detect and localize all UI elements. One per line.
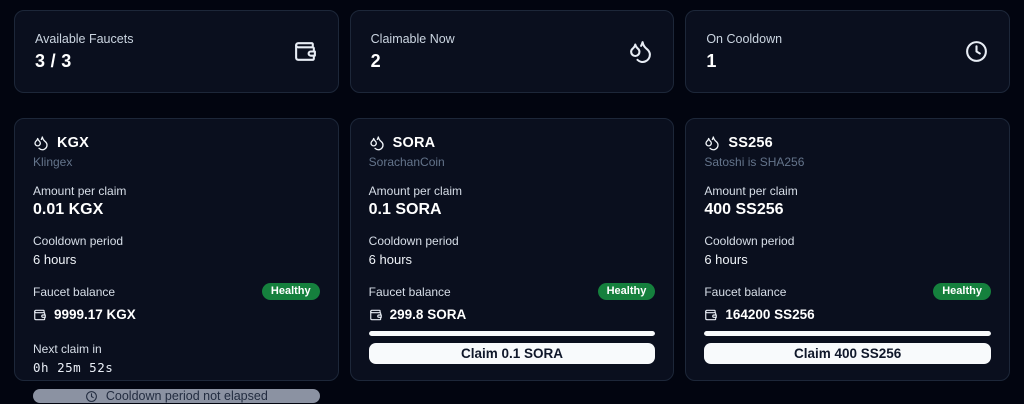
faucet-name: Satoshi is SHA256 [704,155,991,169]
status-badge: Healthy [598,283,656,300]
faucet-symbol: KGX [57,135,89,151]
clock-icon [964,39,989,64]
stat-value: 1 [706,51,782,72]
claim-button[interactable]: Claim 0.1 SORA [369,343,656,364]
amount-label: Amount per claim [704,184,991,198]
wallet-icon [33,308,47,322]
balance-progress-bar [369,331,656,336]
stat-card-claimable-now: Claimable Now 2 [350,10,675,93]
balance-progress-fill [704,331,991,336]
stat-text: Claimable Now 2 [371,32,455,72]
stat-card-on-cooldown: On Cooldown 1 [685,10,1010,93]
faucet-symbol: SS256 [728,135,773,151]
amount-value: 0.1 SORA [369,201,656,219]
amount-value: 0.01 KGX [33,201,320,219]
amount-section: Amount per claim 400 SS256 [704,184,991,219]
balance-value: 299.8 SORA [390,307,467,322]
droplets-icon [33,135,49,151]
faucet-header: SORA [369,135,656,151]
faucet-card-sora: SORA SorachanCoin Amount per claim 0.1 S… [350,118,675,381]
wallet-icon [704,308,718,322]
cooldown-value: 6 hours [369,252,656,267]
stat-label: Claimable Now [371,32,455,46]
status-badge: Healthy [933,283,991,300]
stat-text: Available Faucets 3 / 3 [35,32,133,72]
balance-header: Faucet balance Healthy [704,283,991,300]
cooldown-label: Cooldown period [369,234,656,248]
balance-value: 164200 SS256 [725,307,814,322]
cooldown-label: Cooldown period [704,234,991,248]
faucet-symbol: SORA [393,135,436,151]
stat-card-available-faucets: Available Faucets 3 / 3 [14,10,339,93]
amount-label: Amount per claim [33,184,320,198]
stat-label: Available Faucets [35,32,133,46]
balance-line: 9999.17 KGX [33,307,320,322]
balance-label: Faucet balance [369,285,451,299]
faucet-card-ss256: SS256 Satoshi is SHA256 Amount per claim… [685,118,1010,381]
balance-header: Faucet balance Healthy [33,283,320,300]
next-claim-section: Next claim in 0h 25m 52s [33,342,320,375]
faucet-card-kgx: KGX Klingex Amount per claim 0.01 KGX Co… [14,118,339,381]
claim-button[interactable]: Claim 400 SS256 [704,343,991,364]
faucet-name: Klingex [33,155,320,169]
balance-line: 299.8 SORA [369,307,656,322]
balance-progress-fill [369,331,656,336]
balance-label: Faucet balance [704,285,786,299]
balance-line: 164200 SS256 [704,307,991,322]
wallet-icon [369,308,383,322]
button-label: Cooldown period not elapsed [106,389,268,403]
faucet-header: KGX [33,135,320,151]
cooldown-value: 6 hours [704,252,991,267]
status-badge: Healthy [262,283,320,300]
stat-label: On Cooldown [706,32,782,46]
droplets-icon [704,135,720,151]
droplets-icon [369,135,385,151]
faucet-dashboard: Available Faucets 3 / 3 Claimable Now 2 … [0,0,1024,391]
stat-value: 3 / 3 [35,51,133,72]
amount-section: Amount per claim 0.1 SORA [369,184,656,219]
button-label: Claim 400 SS256 [794,346,901,361]
faucet-header: SS256 [704,135,991,151]
faucets-row: KGX Klingex Amount per claim 0.01 KGX Co… [14,118,1010,381]
stat-text: On Cooldown 1 [706,32,782,72]
stats-row: Available Faucets 3 / 3 Claimable Now 2 … [14,10,1010,93]
amount-section: Amount per claim 0.01 KGX [33,184,320,219]
cooldown-value: 6 hours [33,252,320,267]
balance-value: 9999.17 KGX [54,307,136,322]
faucet-name: SorachanCoin [369,155,656,169]
droplets-icon [628,39,653,64]
cooldown-disabled-button[interactable]: Cooldown period not elapsed [33,389,320,403]
amount-value: 400 SS256 [704,201,991,219]
cooldown-label: Cooldown period [33,234,320,248]
amount-label: Amount per claim [369,184,656,198]
next-claim-timer: 0h 25m 52s [33,360,320,375]
cooldown-section: Cooldown period 6 hours [33,234,320,267]
cooldown-section: Cooldown period 6 hours [369,234,656,267]
stat-value: 2 [371,51,455,72]
button-label: Claim 0.1 SORA [461,346,563,361]
balance-label: Faucet balance [33,285,115,299]
balance-progress-bar [704,331,991,336]
balance-header: Faucet balance Healthy [369,283,656,300]
wallet-icon [293,39,318,64]
cooldown-section: Cooldown period 6 hours [704,234,991,267]
clock-icon [85,390,98,403]
next-claim-label: Next claim in [33,342,320,356]
